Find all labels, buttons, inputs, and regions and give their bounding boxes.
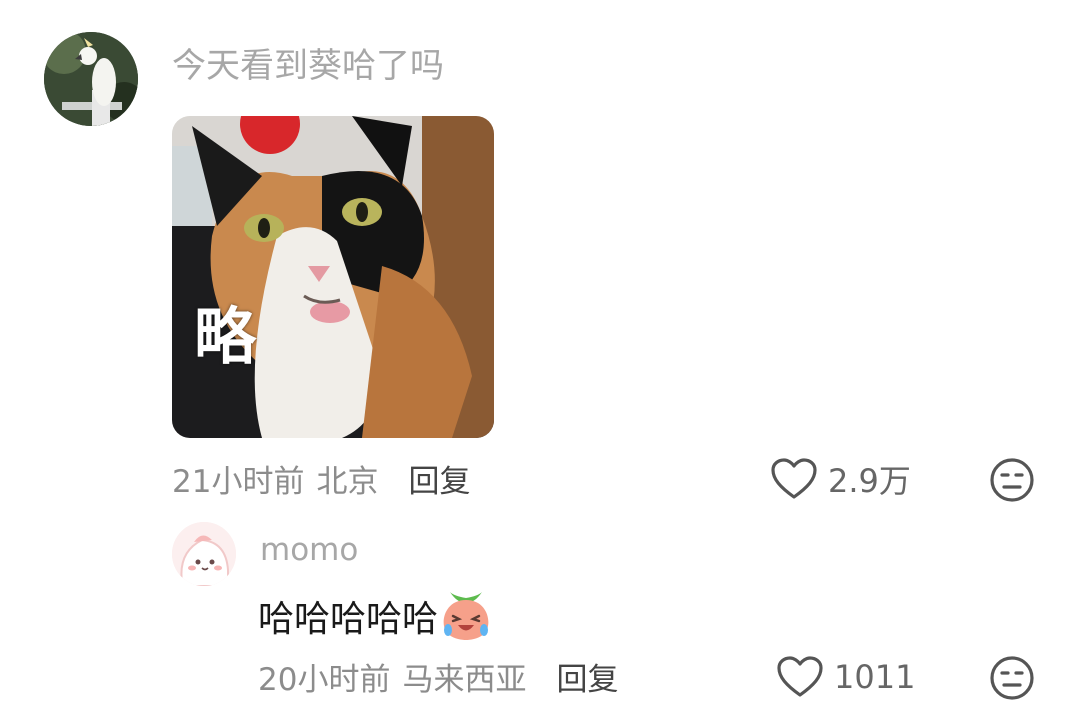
- comment-location: 北京: [316, 463, 379, 500]
- sticker-caption: 略: [194, 300, 256, 373]
- reply-text: 哈哈哈哈哈: [258, 599, 439, 640]
- reply-reaction-button[interactable]: [988, 654, 1036, 702]
- reply-time: 20小时前: [258, 661, 391, 698]
- comment-meta: 21小时前 北京 回复: [172, 456, 470, 500]
- reply-like-button[interactable]: 1011: [776, 654, 915, 700]
- cat-sticker-image[interactable]: 略: [172, 116, 494, 438]
- meh-face-icon: [990, 458, 1034, 502]
- commenter-avatar[interactable]: [44, 32, 138, 126]
- reply-like-count: 1011: [834, 658, 916, 696]
- reply-button[interactable]: 回复: [408, 456, 470, 501]
- reply-meta: 20小时前 马来西亚 回复: [258, 654, 618, 698]
- like-button[interactable]: 2.9万: [770, 456, 911, 502]
- calico-cat-illustration: [172, 116, 494, 438]
- like-count: 2.9万: [828, 462, 911, 500]
- comment-text: 今天看到葵哈了吗: [172, 46, 444, 86]
- reaction-button[interactable]: [988, 456, 1036, 504]
- laughing-crying-peach-emoji: [443, 592, 489, 640]
- reply-reply-button[interactable]: 回复: [556, 654, 618, 699]
- meh-face-icon: [990, 656, 1034, 700]
- heart-icon: [771, 458, 817, 499]
- reply-text-row: 哈哈哈哈哈: [258, 590, 492, 642]
- pink-cartoon-avatar-icon: [172, 522, 236, 586]
- reply-avatar[interactable]: [172, 522, 236, 586]
- reply-location: 马来西亚: [402, 661, 527, 698]
- heart-icon: [777, 656, 823, 697]
- cockatoo-avatar-icon: [44, 32, 138, 126]
- reply-username[interactable]: momo: [260, 532, 358, 568]
- comment-time: 21小时前: [172, 463, 305, 500]
